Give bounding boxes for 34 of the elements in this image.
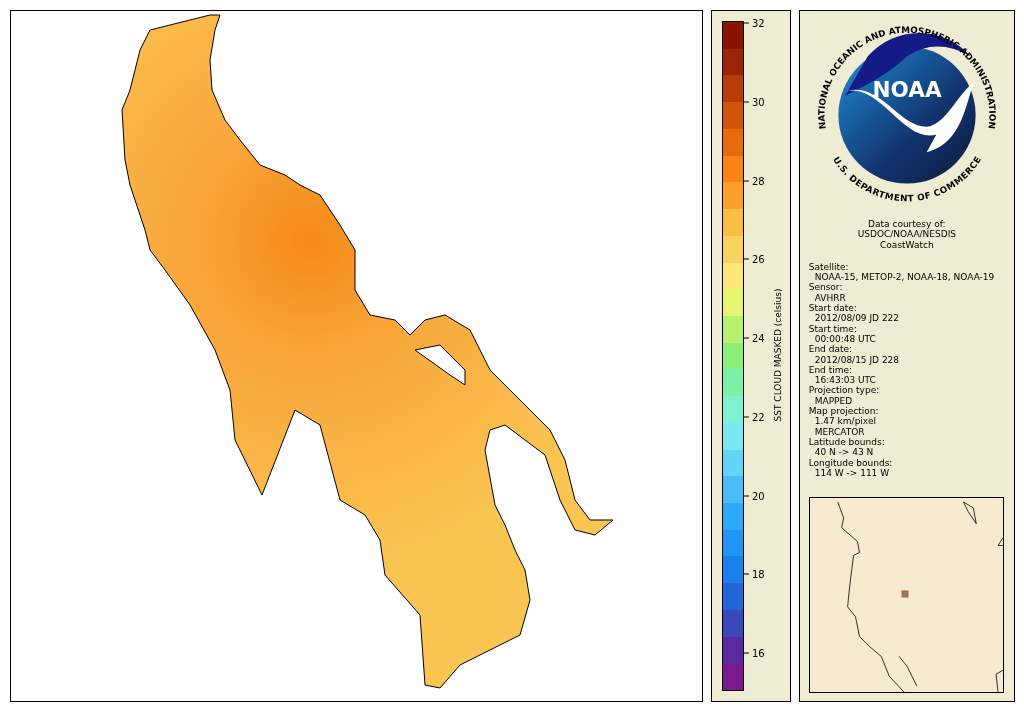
metadata-label: Satellite:: [808, 261, 850, 273]
tick-label: 32: [752, 17, 765, 29]
metadata-value: 114 W -> 111 W: [814, 467, 891, 479]
tick-label: 26: [752, 253, 765, 265]
metadata-value: MAPPED: [813, 395, 854, 407]
metadata-label: Start date:: [808, 303, 858, 314]
metadata-label: Projection type:: [808, 385, 881, 396]
legend-label: SST CLOUD MASKED (celsius): [773, 287, 783, 424]
metadata-label: End date:: [808, 344, 853, 355]
credit-line: CoastWatch: [879, 239, 935, 250]
tick-label: 18: [752, 568, 765, 580]
metadata-value: 16:43:03 UTC: [813, 375, 877, 386]
metadata-value: NOAA-15, METOP-2, NOAA-18, NOAA-19: [813, 272, 996, 283]
credit-line: USDOC/NOAA/NESDIS: [856, 229, 957, 240]
tick-label: 22: [752, 411, 765, 423]
tick-label: 16: [752, 647, 765, 659]
tick-label: 24: [752, 332, 765, 344]
metadata-value: 40 N -> 43 N: [813, 447, 875, 458]
tick-label: 28: [752, 175, 765, 186]
metadata-value: MERCATOR: [813, 426, 866, 437]
metadata-value: 00:00:48 UTC: [813, 333, 877, 345]
metadata-label: Sensor:: [808, 282, 844, 293]
metadata-value: AVHRR: [813, 292, 847, 304]
metadata-value: 2012/08/09 JD 222: [813, 313, 901, 324]
metadata-value: 1.47 km/pixel: [813, 416, 877, 427]
tick-label: 30: [752, 96, 765, 108]
metadata-label: Map projection:: [808, 406, 880, 417]
metadata-label: Start time:: [808, 323, 858, 334]
credit-line: Data courtesy of:: [867, 219, 947, 230]
metadata-label: Latitude bounds:: [808, 436, 886, 448]
metadata-value: 2012/08/15 JD 228: [813, 354, 901, 365]
tick-label: 20: [752, 490, 765, 501]
metadata-label: End time:: [808, 364, 854, 376]
metadata-label: Longitude bounds:: [808, 457, 894, 468]
